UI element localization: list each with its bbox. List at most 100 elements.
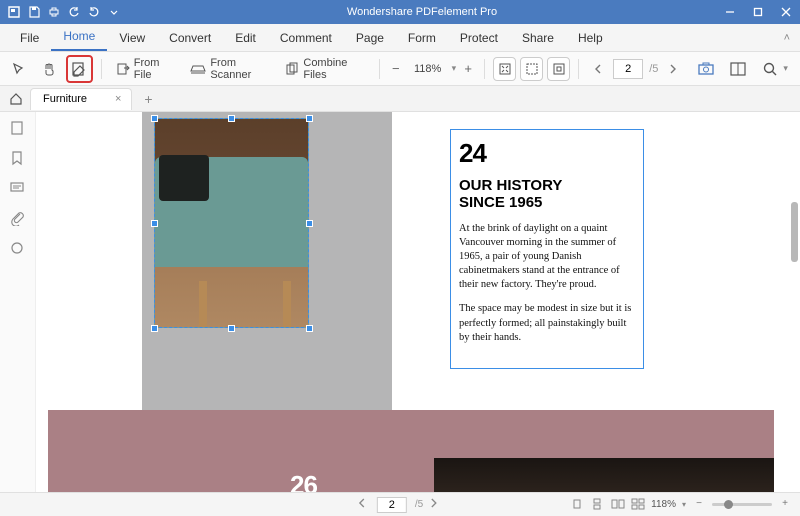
from-file-button[interactable]: From File bbox=[110, 57, 181, 81]
actual-size-icon[interactable] bbox=[547, 57, 570, 81]
menu-view[interactable]: View bbox=[107, 27, 157, 51]
resize-handle-ne[interactable] bbox=[306, 115, 313, 122]
resize-handle-e[interactable] bbox=[306, 220, 313, 227]
from-scanner-label: From Scanner bbox=[210, 57, 269, 81]
combine-files-label: Combine Files bbox=[303, 57, 365, 81]
selected-image[interactable] bbox=[154, 118, 309, 328]
status-prev-page-icon[interactable] bbox=[357, 498, 371, 512]
zoom-slider-knob[interactable] bbox=[724, 500, 733, 509]
menu-bar: File Home View Convert Edit Comment Page… bbox=[0, 24, 800, 52]
combine-files-icon bbox=[285, 61, 299, 77]
menu-help[interactable]: Help bbox=[566, 27, 615, 51]
page-dark-image bbox=[434, 458, 774, 492]
menu-convert[interactable]: Convert bbox=[157, 27, 223, 51]
combine-files-button[interactable]: Combine Files bbox=[279, 57, 371, 81]
menu-home[interactable]: Home bbox=[51, 25, 107, 51]
search-panel-icon[interactable] bbox=[9, 240, 27, 258]
resize-handle-se[interactable] bbox=[306, 325, 313, 332]
sidebar bbox=[0, 112, 36, 492]
status-bar: /5 118% ▾ − + bbox=[0, 492, 800, 516]
menu-comment[interactable]: Comment bbox=[268, 27, 344, 51]
page-total: /5 bbox=[649, 63, 658, 75]
undo-icon[interactable] bbox=[66, 4, 82, 20]
redo-icon[interactable] bbox=[86, 4, 102, 20]
title-bar: Wondershare PDFelement Pro bbox=[0, 0, 800, 24]
menu-form[interactable]: Form bbox=[396, 27, 448, 51]
document-canvas[interactable]: 24 OUR HISTORY SINCE 1965 At the brink o… bbox=[36, 112, 800, 492]
tab-close-icon[interactable]: × bbox=[115, 93, 121, 105]
select-tool-icon[interactable] bbox=[6, 57, 32, 81]
document-tab[interactable]: Furniture × bbox=[30, 88, 132, 110]
search-icon[interactable]: ▾ bbox=[756, 57, 794, 81]
collapse-ribbon-icon[interactable]: ˄ bbox=[784, 32, 790, 44]
status-zoom-in-icon[interactable]: + bbox=[778, 498, 792, 512]
thumbnails-panel-icon[interactable] bbox=[9, 120, 27, 138]
read-mode-icon[interactable] bbox=[724, 57, 752, 81]
hand-tool-icon[interactable] bbox=[36, 57, 62, 81]
menu-share[interactable]: Share bbox=[510, 27, 566, 51]
resize-handle-w[interactable] bbox=[151, 220, 158, 227]
maximize-button[interactable] bbox=[744, 0, 772, 24]
page-number-26: 26 bbox=[290, 470, 317, 492]
document-tab-bar: Furniture × + bbox=[0, 86, 800, 112]
fit-page-icon[interactable] bbox=[493, 57, 516, 81]
window-title: Wondershare PDFelement Pro bbox=[128, 6, 716, 18]
menu-file[interactable]: File bbox=[8, 27, 51, 51]
heading-line-1: OUR HISTORY bbox=[459, 177, 635, 194]
zoom-in-button[interactable]: + bbox=[460, 61, 476, 76]
menu-edit[interactable]: Edit bbox=[223, 27, 268, 51]
edit-tool-icon[interactable] bbox=[66, 55, 93, 83]
comments-panel-icon[interactable] bbox=[9, 180, 27, 198]
zoom-value[interactable]: 118% bbox=[408, 63, 448, 75]
view-continuous-icon[interactable] bbox=[591, 498, 605, 512]
screenshot-icon[interactable] bbox=[692, 57, 720, 81]
status-page-nav: /5 bbox=[357, 497, 443, 513]
save-icon[interactable] bbox=[26, 4, 42, 20]
view-facing-continuous-icon[interactable] bbox=[631, 498, 645, 512]
home-tab-icon[interactable] bbox=[6, 90, 26, 108]
vertical-scrollbar[interactable] bbox=[788, 112, 800, 492]
next-page-button[interactable] bbox=[662, 57, 684, 81]
toolbar: From File From Scanner Combine Files − 1… bbox=[0, 52, 800, 86]
resize-handle-s[interactable] bbox=[228, 325, 235, 332]
document-tab-label: Furniture bbox=[43, 93, 87, 105]
prev-page-button[interactable] bbox=[587, 57, 609, 81]
resize-handle-nw[interactable] bbox=[151, 115, 158, 122]
status-zoom-value: 118% bbox=[651, 499, 676, 510]
from-scanner-button[interactable]: From Scanner bbox=[184, 57, 275, 81]
menu-page[interactable]: Page bbox=[344, 27, 396, 51]
new-tab-button[interactable]: + bbox=[138, 91, 158, 107]
from-file-label: From File bbox=[134, 57, 175, 81]
close-button[interactable] bbox=[772, 0, 800, 24]
body-paragraph-1: At the brink of daylight on a quaint Van… bbox=[459, 222, 635, 293]
resize-handle-n[interactable] bbox=[228, 115, 235, 122]
view-facing-icon[interactable] bbox=[611, 498, 625, 512]
from-scanner-icon bbox=[190, 61, 206, 77]
status-zoom-dropdown-icon[interactable]: ▾ bbox=[682, 500, 686, 509]
view-single-icon[interactable] bbox=[571, 498, 585, 512]
text-block[interactable]: 24 OUR HISTORY SINCE 1965 At the brink o… bbox=[450, 129, 644, 369]
status-page-total: /5 bbox=[415, 499, 423, 510]
print-icon[interactable] bbox=[46, 4, 62, 20]
zoom-slider[interactable] bbox=[712, 503, 772, 506]
quickaccess-more-icon[interactable] bbox=[106, 4, 122, 20]
bookmarks-panel-icon[interactable] bbox=[9, 150, 27, 168]
attachments-panel-icon[interactable] bbox=[9, 210, 27, 228]
scrollbar-thumb[interactable] bbox=[791, 202, 798, 262]
body-paragraph-2: The space may be modest in size but it i… bbox=[459, 302, 635, 345]
workspace: 24 OUR HISTORY SINCE 1965 At the brink o… bbox=[0, 112, 800, 492]
status-page-input[interactable] bbox=[377, 497, 407, 513]
zoom-out-button[interactable]: − bbox=[388, 61, 404, 76]
zoom-dropdown-icon[interactable]: ▾ bbox=[452, 63, 457, 74]
status-next-page-icon[interactable] bbox=[429, 498, 443, 512]
page-number-input[interactable] bbox=[613, 59, 643, 79]
heading-line-2: SINCE 1965 bbox=[459, 194, 635, 211]
from-file-icon bbox=[116, 61, 130, 77]
page-large-number: 24 bbox=[459, 136, 635, 171]
status-zoom-out-icon[interactable]: − bbox=[692, 498, 706, 512]
app-logo-icon bbox=[6, 4, 22, 20]
menu-protect[interactable]: Protect bbox=[448, 27, 510, 51]
resize-handle-sw[interactable] bbox=[151, 325, 158, 332]
fit-width-icon[interactable] bbox=[520, 57, 543, 81]
minimize-button[interactable] bbox=[716, 0, 744, 24]
